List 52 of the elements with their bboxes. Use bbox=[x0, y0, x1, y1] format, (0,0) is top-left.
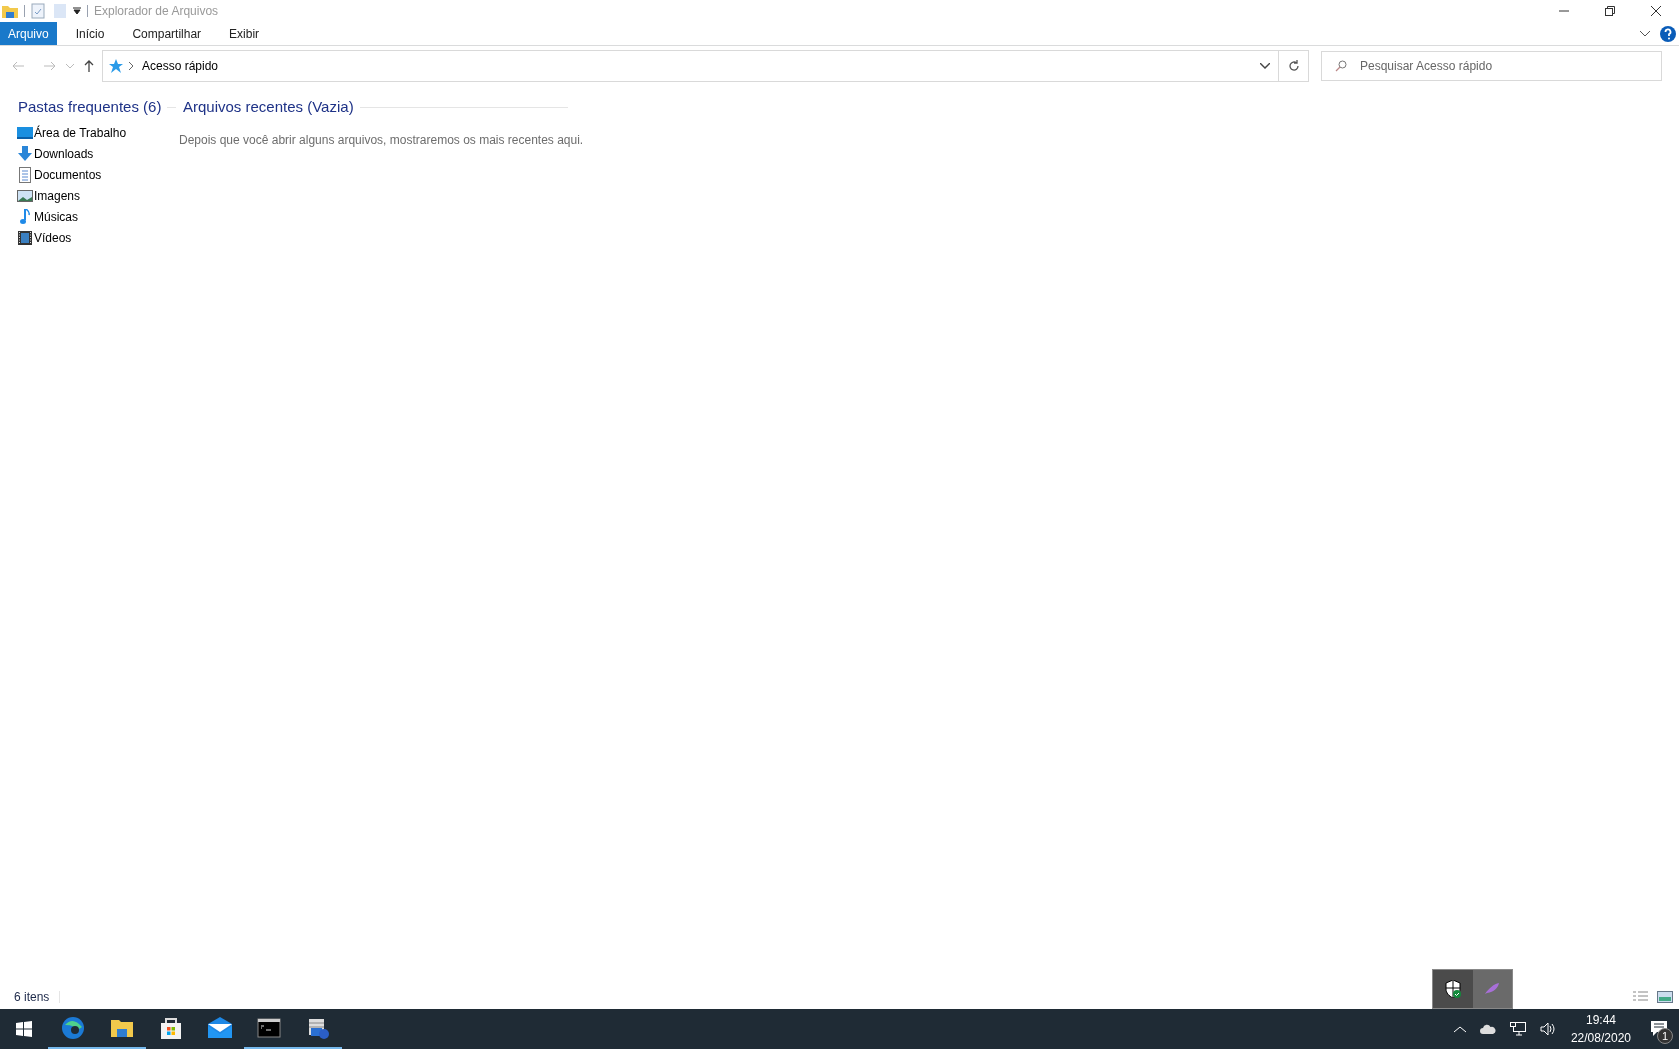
envelope-icon[interactable] bbox=[207, 1016, 232, 1040]
close-icon[interactable] bbox=[1651, 6, 1661, 16]
picture-icon bbox=[17, 188, 33, 204]
expand-ribbon-icon[interactable] bbox=[1640, 30, 1650, 37]
item-count: 6 itens bbox=[14, 989, 50, 1006]
film-icon bbox=[17, 230, 33, 246]
folder-icon bbox=[2, 4, 18, 18]
date-text: 22/08/2020 bbox=[1570, 1030, 1631, 1047]
folder-item[interactable]: Área de Trabalho bbox=[17, 122, 176, 144]
dropdown-icon[interactable] bbox=[73, 7, 81, 15]
music-note-icon bbox=[17, 209, 33, 225]
up-icon[interactable] bbox=[84, 60, 94, 72]
folder-item[interactable]: Downloads bbox=[17, 143, 176, 165]
network-icon[interactable] bbox=[1509, 1022, 1526, 1036]
folder-item[interactable]: Imagens bbox=[17, 185, 176, 207]
notification-badge: 1 bbox=[1657, 1028, 1673, 1044]
dropdown-icon[interactable] bbox=[1260, 63, 1270, 69]
ribbon-tab[interactable]: Arquivo bbox=[0, 22, 57, 45]
restore-icon[interactable] bbox=[1605, 6, 1615, 16]
windows-logo-icon[interactable] bbox=[16, 1021, 32, 1037]
ribbon-tab[interactable]: Início bbox=[63, 22, 117, 45]
terminal-icon[interactable] bbox=[256, 1016, 281, 1040]
section-heading: Pastas frequentes (6) bbox=[18, 97, 162, 117]
folder-item[interactable]: Documentos bbox=[17, 164, 176, 186]
desktop-icon bbox=[17, 125, 33, 141]
edge-icon[interactable] bbox=[60, 1016, 85, 1040]
ribbon-tab[interactable]: Exibir bbox=[217, 22, 272, 45]
large-icons-view-icon[interactable] bbox=[1657, 991, 1673, 1003]
document-icon bbox=[17, 167, 33, 183]
search-field[interactable]: Pesquisar Acesso rápido bbox=[1321, 51, 1662, 81]
volume-icon[interactable] bbox=[1539, 1022, 1556, 1036]
shield-icon[interactable] bbox=[1444, 980, 1461, 998]
time-text: 19:44 bbox=[1585, 1012, 1616, 1029]
clock[interactable]: 19:44 22/08/2020 bbox=[1562, 1011, 1639, 1047]
folder-item[interactable]: Vídeos bbox=[17, 227, 176, 249]
address-bar[interactable]: Acesso rápido bbox=[102, 50, 1309, 82]
chevron-icon bbox=[129, 62, 134, 70]
shopping-bag-icon[interactable] bbox=[158, 1016, 183, 1040]
download-icon bbox=[17, 146, 33, 162]
cloud-icon[interactable] bbox=[1479, 1024, 1496, 1034]
help-icon[interactable] bbox=[1660, 25, 1676, 42]
folder-item[interactable]: Músicas bbox=[17, 206, 176, 228]
refresh-icon[interactable] bbox=[1287, 60, 1300, 72]
path-text: Acesso rápido bbox=[142, 58, 219, 75]
notifications-button[interactable]: 1 bbox=[1639, 1009, 1679, 1049]
search-icon bbox=[1335, 60, 1347, 72]
show-hidden-icons-icon[interactable] bbox=[1453, 1025, 1466, 1033]
empty-message: Depois que você abrir alguns arquivos, mostraremos os mais recentes aqui. bbox=[179, 131, 584, 149]
window-title: Explorador de Arquivos bbox=[94, 3, 219, 20]
section-heading: Arquivos recentes (Vazia) bbox=[183, 97, 354, 117]
star-icon bbox=[109, 59, 123, 73]
ribbon-tab[interactable]: Compartilhar bbox=[120, 22, 214, 45]
